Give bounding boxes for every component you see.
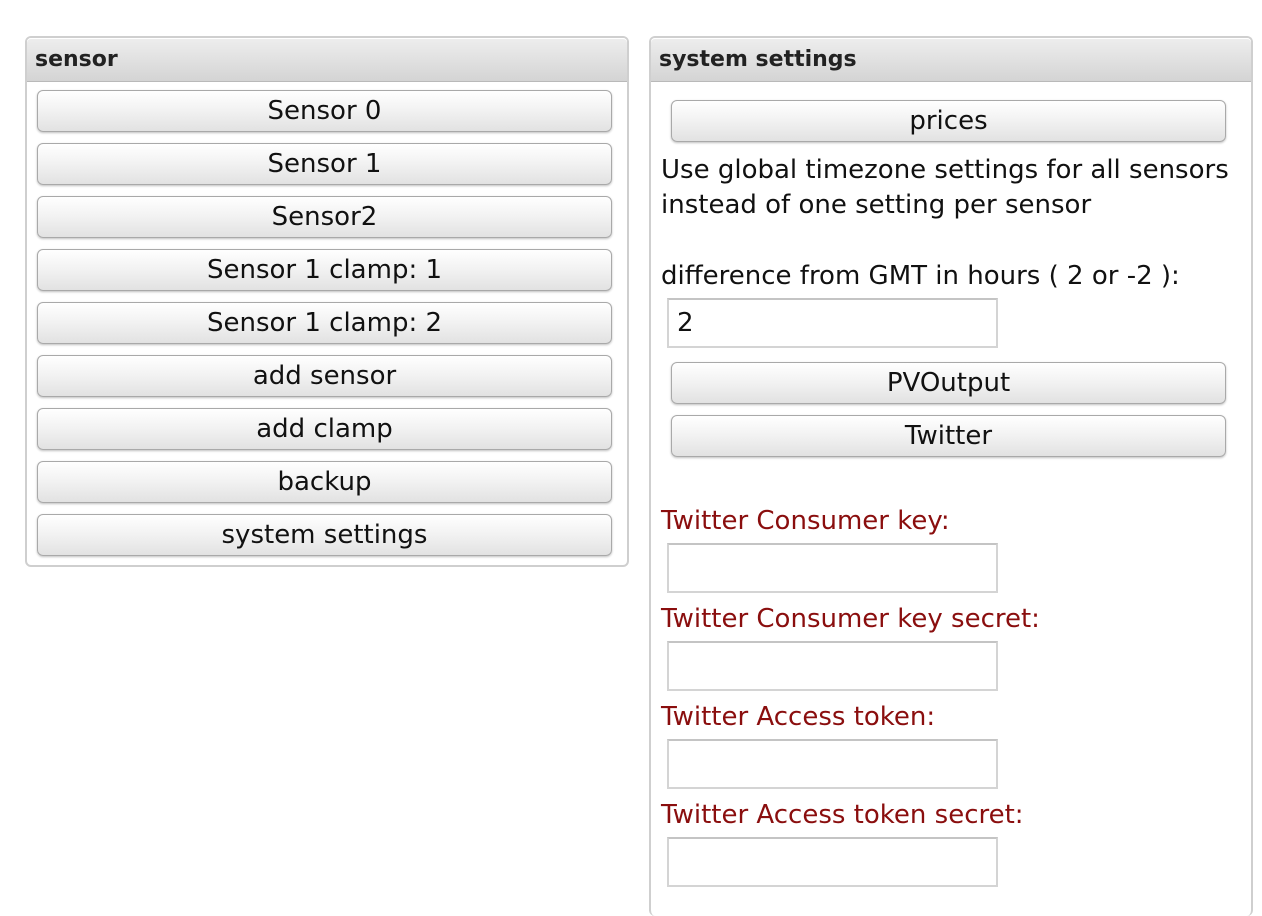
pvoutput-button[interactable]: PVOutput <box>671 362 1226 404</box>
sensor-panel-header: sensor <box>27 38 627 82</box>
sensor-2-button[interactable]: Sensor2 <box>37 196 612 238</box>
sensor-1-button[interactable]: Sensor 1 <box>37 143 612 185</box>
system-settings-panel: system settings prices Use global timezo… <box>649 36 1253 916</box>
system-settings-panel-header: system settings <box>651 38 1251 82</box>
twitter-access-secret-label: Twitter Access token secret: <box>661 800 1024 830</box>
twitter-consumer-secret-input[interactable] <box>667 641 998 691</box>
gmt-offset-input[interactable] <box>667 298 998 348</box>
twitter-access-token-label: Twitter Access token: <box>661 702 936 732</box>
sensor-panel: sensor Sensor 0 Sensor 1 Sensor2 Sensor … <box>25 36 629 567</box>
backup-button[interactable]: backup <box>37 461 612 503</box>
twitter-button[interactable]: Twitter <box>671 415 1226 457</box>
twitter-consumer-secret-label: Twitter Consumer key secret: <box>661 604 1040 634</box>
twitter-consumer-key-input[interactable] <box>667 543 998 593</box>
sensor-1-clamp-2-button[interactable]: Sensor 1 clamp: 2 <box>37 302 612 344</box>
gmt-offset-label: difference from GMT in hours ( 2 or -2 )… <box>661 261 1180 291</box>
twitter-access-token-input[interactable] <box>667 739 998 789</box>
sensor-0-button[interactable]: Sensor 0 <box>37 90 612 132</box>
twitter-consumer-key-label: Twitter Consumer key: <box>661 506 950 536</box>
sensor-1-clamp-1-button[interactable]: Sensor 1 clamp: 1 <box>37 249 612 291</box>
add-clamp-button[interactable]: add clamp <box>37 408 612 450</box>
system-settings-button[interactable]: system settings <box>37 514 612 556</box>
prices-button[interactable]: prices <box>671 100 1226 142</box>
twitter-access-secret-input[interactable] <box>667 837 998 887</box>
timezone-description: Use global timezone settings for all sen… <box>661 155 1229 220</box>
add-sensor-button[interactable]: add sensor <box>37 355 612 397</box>
